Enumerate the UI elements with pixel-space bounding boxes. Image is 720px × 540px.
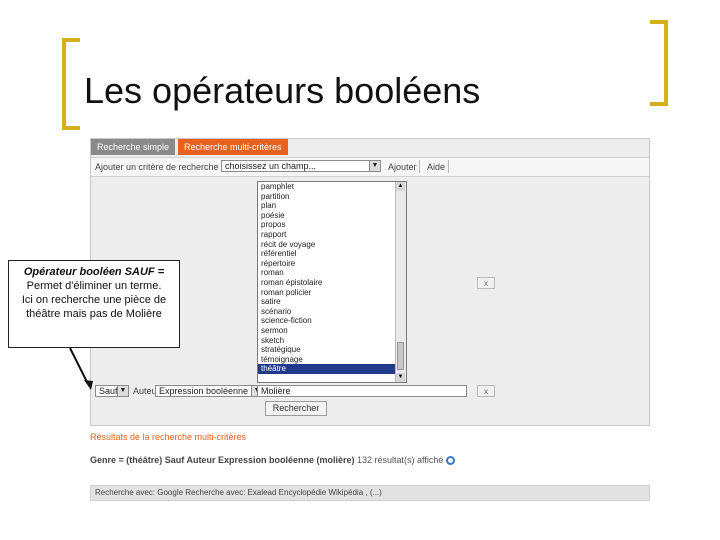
callout-line: Ici on recherche une pièce de bbox=[21, 294, 167, 306]
results-summary: Genre = (théâtre) Sauf Auteur Expression… bbox=[90, 455, 355, 465]
callout-line: Permet d'éliminer un terme. bbox=[26, 280, 162, 292]
results-link[interactable]: Résultats de la recherche multi-critères bbox=[90, 432, 246, 442]
callout-box: Opérateur booléen SAUF = Permet d'élimin… bbox=[8, 260, 180, 348]
results-summary-line: Genre = (théâtre) Sauf Auteur Expression… bbox=[90, 455, 455, 466]
results-count: 132 résultat(s) affiché bbox=[357, 455, 444, 465]
footer-bar: Recherche avec: Google Recherche avec: E… bbox=[90, 485, 650, 501]
callout-heading: Opérateur booléen SAUF = bbox=[23, 266, 165, 278]
search-icon[interactable] bbox=[445, 456, 455, 466]
callout-line: théâtre mais pas de Molière bbox=[26, 308, 162, 320]
